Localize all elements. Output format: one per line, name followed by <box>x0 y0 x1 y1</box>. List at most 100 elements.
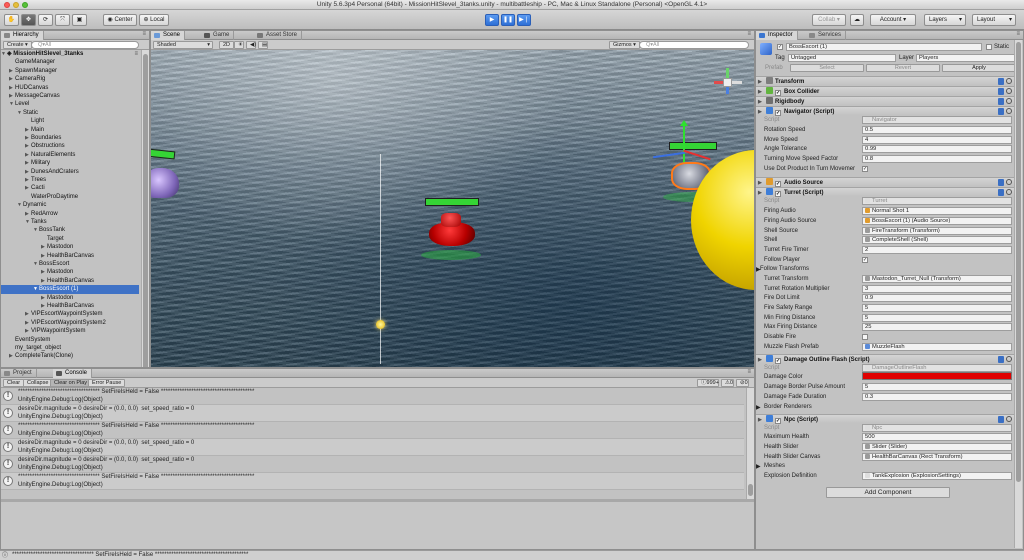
follow-transforms-foldout[interactable]: Follow Transforms <box>760 266 809 272</box>
scene-audio-toggle[interactable]: ◀) <box>246 41 256 49</box>
gizmo-x-axis[interactable] <box>683 149 711 161</box>
hierarchy-item[interactable]: ▼BossEscort (1) <box>1 285 139 294</box>
component-header[interactable]: ▶ Transform <box>756 76 1014 85</box>
move-tool-button[interactable]: ✥ <box>21 14 36 26</box>
settings-gear-icon[interactable] <box>1006 88 1012 94</box>
object-reference-field[interactable]: BossEscort (1) (Audio Source) <box>862 217 1012 225</box>
tag-dropdown[interactable]: Untagged <box>788 54 896 62</box>
tab-hierarchy[interactable]: Hierarchy <box>1 31 44 40</box>
tab-inspector[interactable]: Inspector <box>756 31 798 40</box>
pivot-center-toggle[interactable]: ◉ Center <box>103 14 137 26</box>
number-field[interactable]: 5 <box>862 304 1012 312</box>
hierarchy-item[interactable]: ▶ MessageCanvas <box>1 92 139 100</box>
account-dropdown[interactable]: Account ▾ <box>870 14 916 26</box>
number-field[interactable]: 5 <box>862 314 1012 322</box>
log-count-toggle[interactable]: ⓘ999+ <box>697 379 719 387</box>
foldout-arrow-icon[interactable]: ▶ <box>756 266 761 273</box>
object-reference-field[interactable]: CompleteShell (Shell) <box>862 236 1012 244</box>
hierarchy-item[interactable]: ▶ Mastodon <box>1 294 139 302</box>
play-button[interactable]: ▶ <box>485 14 499 26</box>
hierarchy-item[interactable]: ▶ DunesAndCraters <box>1 168 139 176</box>
clear-on-play-toggle[interactable]: Clear on Play <box>50 379 92 387</box>
component-header[interactable]: ▶ ✓ Damage Outline Flash (Script) <box>756 354 1014 364</box>
cloud-services-button[interactable]: ☁ <box>850 14 864 26</box>
help-book-icon[interactable] <box>998 88 1004 95</box>
static-checkbox[interactable] <box>986 44 992 50</box>
tab-scene[interactable]: Scene <box>151 31 186 40</box>
error-count-toggle[interactable]: ⊘0 <box>736 379 749 387</box>
hierarchy-item[interactable]: ▶ CameraRig <box>1 75 139 83</box>
layout-dropdown[interactable]: Layout ▾ <box>972 14 1016 26</box>
scene-lighting-toggle[interactable]: ☀ <box>234 41 244 49</box>
clear-button[interactable]: Clear <box>3 379 25 387</box>
hierarchy-item[interactable]: ▶ Main <box>1 126 139 134</box>
hierarchy-item[interactable]: ▶ Cacti <box>1 184 139 192</box>
hierarchy-item[interactable]: ▶ Trees <box>1 176 139 184</box>
object-reference-field[interactable]: TankExplosion (ExplosionSettings) <box>862 472 1012 480</box>
component-enabled-checkbox[interactable]: ✓ <box>775 191 781 197</box>
hierarchy-search-input[interactable]: Q▾All <box>31 41 139 49</box>
scrollbar-thumb[interactable] <box>143 54 148 367</box>
number-field[interactable]: 5 <box>862 383 1012 391</box>
script-reference-field[interactable]: Navigator <box>862 116 1012 124</box>
number-field[interactable]: 4 <box>862 136 1012 144</box>
gizmo-z-axis[interactable] <box>653 151 685 159</box>
player-tank[interactable] <box>151 168 179 198</box>
number-field[interactable]: 0.9 <box>862 294 1012 302</box>
component-enabled-checkbox[interactable]: ✓ <box>775 418 781 424</box>
object-reference-field[interactable]: HealthBarCanvas (Rect Transform) <box>862 453 1012 461</box>
rect-tool-button[interactable]: ▣ <box>72 14 87 26</box>
console-scrollbar[interactable] <box>746 388 754 499</box>
number-field[interactable]: 0.5 <box>862 126 1012 134</box>
follow-player-checkbox[interactable]: ✓ <box>862 257 868 263</box>
help-book-icon[interactable] <box>998 98 1004 105</box>
number-field[interactable]: 500 <box>862 433 1012 441</box>
hierarchy-item[interactable]: ▶ NaturalElements <box>1 151 139 159</box>
component-header[interactable]: ▶ ✓ Box Collider <box>756 86 1014 96</box>
create-dropdown[interactable]: Create ▾ <box>3 41 32 49</box>
damage-color-swatch[interactable] <box>862 372 1012 380</box>
object-name-input[interactable]: BossEscort (1) <box>786 43 982 51</box>
pause-button[interactable]: ❚❚ <box>501 14 515 26</box>
scene-effects-toggle[interactable]: ▤ <box>258 41 268 49</box>
hierarchy-item[interactable]: ▶ Military <box>1 159 139 167</box>
object-reference-field[interactable]: Mastodon_Turret_Null (Transform) <box>862 275 1012 283</box>
collab-dropdown[interactable]: Collab ▾ <box>812 14 846 26</box>
hierarchy-item[interactable]: ▶ HealthBarCanvas <box>1 252 139 260</box>
zoom-window-button[interactable] <box>22 2 28 8</box>
hierarchy-item[interactable]: ▶ Boundaries <box>1 134 139 142</box>
muzzle-flash-field[interactable]: MuzzleFlash <box>862 343 1012 351</box>
number-field[interactable]: 0.8 <box>862 155 1012 163</box>
tab-project[interactable]: Project <box>1 369 37 378</box>
component-header[interactable]: ▶ Rigidbody <box>756 96 1014 105</box>
pivot-space-toggle[interactable]: ⊕ Local <box>139 14 169 26</box>
console-log-entry[interactable]: ! desireDir.magnitude = 0 desireDir = (0.… <box>1 405 744 422</box>
tab-services[interactable]: Services <box>806 31 847 40</box>
tab-console[interactable]: Console <box>53 369 93 378</box>
settings-gear-icon[interactable] <box>1006 416 1012 422</box>
hierarchy-item[interactable]: ▶ VIPEscortWaypointSystem2 <box>1 319 139 327</box>
number-field[interactable]: 0.99 <box>862 145 1012 153</box>
light-gizmo-icon[interactable] <box>376 320 385 329</box>
hierarchy-item[interactable]: WaterProDaytime <box>1 193 139 201</box>
active-checkbox[interactable]: ✓ <box>777 44 783 50</box>
scene-menu-icon[interactable]: ≡ <box>134 50 138 58</box>
number-field[interactable]: 3 <box>862 285 1012 293</box>
object-reference-field[interactable]: Slider (Slider) <box>862 443 1012 451</box>
hierarchy-scrollbar[interactable] <box>141 50 149 367</box>
hierarchy-item[interactable]: GameManager <box>1 58 139 66</box>
settings-gear-icon[interactable] <box>1006 179 1012 185</box>
hierarchy-item[interactable]: ▼Tanks <box>1 218 139 226</box>
component-header[interactable]: ▶ ✓ Turret (Script) <box>756 187 1014 197</box>
component-header[interactable]: ▶ ✓ Navigator (Script) <box>756 106 1014 116</box>
hierarchy-item[interactable]: ▶ Mastodon <box>1 243 139 251</box>
foldout-arrow-icon[interactable]: ▶ <box>756 404 761 411</box>
component-enabled-checkbox[interactable]: ✓ <box>775 358 781 364</box>
panel-menu-icon[interactable]: ≡ <box>747 369 751 375</box>
component-enabled-checkbox[interactable]: ✓ <box>775 110 781 116</box>
tab-asset-store[interactable]: Asset Store <box>254 31 303 40</box>
script-reference-field[interactable]: DamageOutlineFlash <box>862 364 1012 372</box>
prefab-revert-button[interactable]: Revert <box>866 64 940 72</box>
hierarchy-item[interactable]: ▶ SpawnManager <box>1 67 139 75</box>
hierarchy-item[interactable]: ▼BossEscort <box>1 260 139 268</box>
